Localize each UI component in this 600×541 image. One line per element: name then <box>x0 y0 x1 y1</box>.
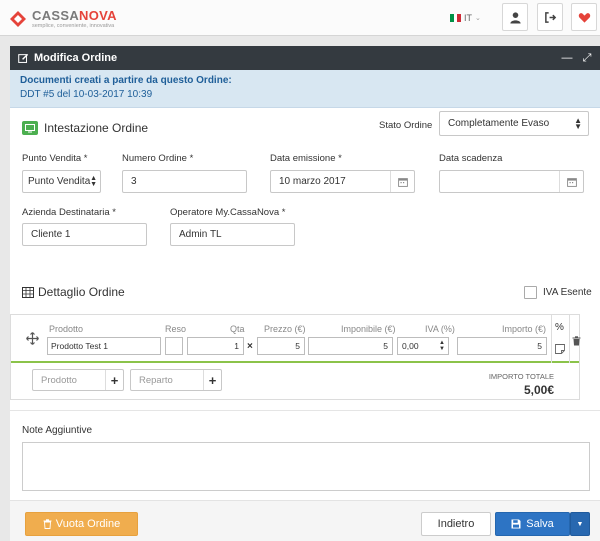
heart-button[interactable] <box>571 3 597 31</box>
save-icon <box>511 519 521 529</box>
order-total: IMPORTO TOTALE 5,00€ <box>489 372 554 397</box>
move-icon[interactable] <box>26 332 39 345</box>
punto-vendita-select[interactable]: Punto Vendita ▲ ▼ <box>22 170 101 193</box>
section-title-text: Intestazione Ordine <box>44 121 149 135</box>
calendar-icon[interactable] <box>559 171 583 192</box>
minimize-icon[interactable]: — <box>561 52 573 64</box>
stato-select[interactable]: Completamente Evaso ▲ ▼ <box>439 111 589 136</box>
select-arrows-icon: ▲ ▼ <box>439 340 445 352</box>
data-emissione-input[interactable]: 10 marzo 2017 <box>270 170 415 193</box>
language-code: IT <box>464 13 472 23</box>
table-row: Prodotto Reso Qta Prezzo (€) Imponibile … <box>11 315 581 363</box>
trash-icon <box>43 519 52 529</box>
total-label: IMPORTO TOTALE <box>488 372 554 381</box>
chevron-down-icon: ⌄ <box>475 15 481 22</box>
calendar-icon[interactable] <box>390 171 414 192</box>
brand-name: CASSANOVA <box>32 8 117 23</box>
prezzo-cell[interactable]: 5 <box>257 337 305 355</box>
indietro-button[interactable]: Indietro <box>421 512 491 536</box>
reso-checkbox[interactable] <box>165 337 183 355</box>
col-importo: Importo (€) <box>502 324 547 334</box>
select-arrows-icon: ▲ ▼ <box>574 115 582 131</box>
iva-esente-checkbox[interactable] <box>524 286 537 299</box>
add-prodotto-input[interactable]: Prodotto + <box>32 369 124 391</box>
iva-esente-toggle[interactable]: IVA Esente <box>524 286 592 299</box>
col-percent: % <box>555 322 564 333</box>
iva-esente-label: IVA Esente <box>543 287 592 298</box>
add-reparto-input[interactable]: Reparto + <box>130 369 222 391</box>
prodotto-cell[interactable]: Prodotto Test 1 <box>47 337 161 355</box>
monitor-icon <box>22 121 38 135</box>
caret-down-icon: ▼ <box>576 520 584 528</box>
divider <box>10 410 600 411</box>
section-dettaglio: Dettaglio Ordine <box>22 285 125 299</box>
panel-header: Modifica Ordine <box>10 46 600 70</box>
data-scadenza-input[interactable] <box>439 170 584 193</box>
azienda-input[interactable]: Cliente 1 <box>22 223 147 246</box>
column-divider <box>551 315 552 363</box>
col-iva: IVA (%) <box>425 324 455 334</box>
vuota-ordine-button[interactable]: Vuota Ordine <box>25 512 138 536</box>
logout-icon <box>544 11 556 23</box>
user-button[interactable] <box>502 3 528 31</box>
note-icon[interactable] <box>555 344 565 354</box>
top-bar: CASSANOVA semplice, conveniente, innovat… <box>0 0 600 36</box>
select-arrows-icon: ▲ ▼ <box>90 174 97 188</box>
col-imponibile: Imponibile (€) <box>341 324 396 334</box>
operatore-label: Operatore My.CassaNova * <box>170 207 286 218</box>
cassanova-logo-icon <box>10 11 26 27</box>
data-scadenza-label: Data scadenza <box>439 153 503 164</box>
user-icon <box>509 11 521 24</box>
heart-icon <box>578 12 590 23</box>
multiply-sign: × <box>247 341 253 352</box>
col-qta: Qta <box>230 324 245 334</box>
edit-icon <box>18 53 29 63</box>
italy-flag-icon <box>450 14 462 22</box>
ddt-link[interactable]: DDT #5 del 10-03-2017 10:39 <box>20 89 590 100</box>
logout-button[interactable] <box>537 3 563 31</box>
panel-title: Modifica Ordine <box>34 52 118 64</box>
operatore-input[interactable]: Admin TL <box>170 223 295 246</box>
language-selector[interactable]: IT ⌄ <box>450 10 481 26</box>
data-emissione-label: Data emissione * <box>270 153 342 164</box>
stato-label: Stato Ordine <box>379 120 433 131</box>
plus-icon[interactable]: + <box>105 370 123 390</box>
col-prezzo: Prezzo (€) <box>264 324 306 334</box>
info-title: Documenti creati a partire da questo Ord… <box>20 75 232 86</box>
numero-ordine-input[interactable]: 3 <box>122 170 247 193</box>
section-intestazione: Intestazione Ordine <box>22 121 148 135</box>
imponibile-cell[interactable]: 5 <box>308 337 393 355</box>
azienda-label: Azienda Destinataria * <box>22 207 116 218</box>
plus-icon[interactable]: + <box>203 370 221 390</box>
numero-ordine-label: Numero Ordine * <box>122 153 194 164</box>
col-reso: Reso <box>165 324 187 334</box>
column-divider <box>569 315 570 363</box>
table-icon <box>22 286 34 298</box>
expand-icon[interactable]: ⤢ <box>581 52 593 64</box>
brand-logo[interactable]: CASSANOVA semplice, conveniente, innovat… <box>8 6 158 30</box>
col-prodotto: Prodotto <box>49 324 84 334</box>
punto-vendita-label: Punto Vendita * <box>22 153 88 164</box>
trash-icon[interactable] <box>572 336 581 346</box>
iva-select[interactable]: 0,00 ▲ ▼ <box>397 337 449 355</box>
info-alert: Documenti creati a partire da questo Ord… <box>10 70 600 108</box>
note-label: Note Aggiuntive <box>22 425 93 436</box>
note-textarea[interactable] <box>22 442 590 491</box>
brand-tagline: semplice, conveniente, innovativa <box>32 23 115 29</box>
importo-cell[interactable]: 5 <box>457 337 547 355</box>
qta-cell[interactable]: 1 <box>187 337 244 355</box>
salva-button[interactable]: Salva <box>495 512 570 536</box>
salva-dropdown-button[interactable]: ▼ <box>570 512 590 536</box>
section-title-text: Dettaglio Ordine <box>38 285 125 299</box>
total-value: 5,00€ <box>523 383 554 397</box>
